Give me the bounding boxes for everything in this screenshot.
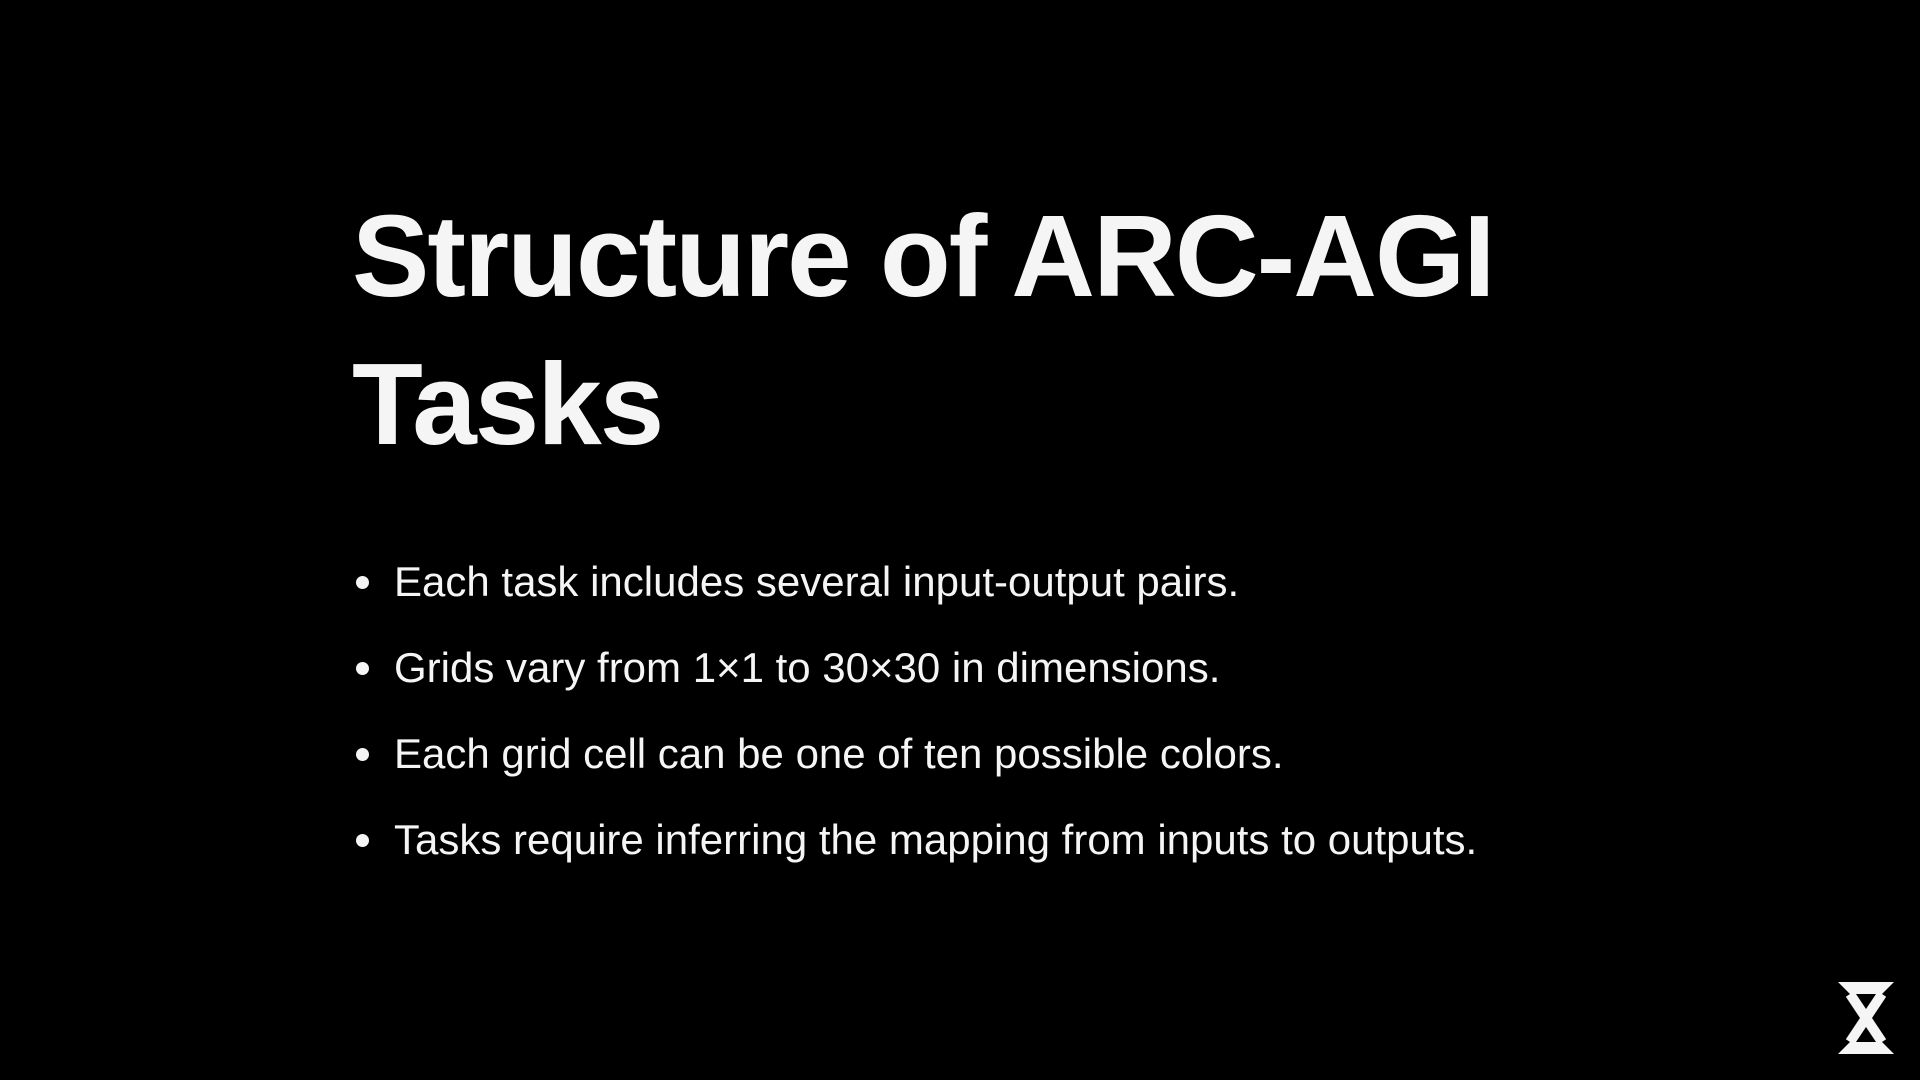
bullet-item: Grids vary from 1×1 to 30×30 in dimensio…: [352, 632, 1752, 718]
slide-title: Structure of ARC-AGI Tasks: [352, 191, 1495, 469]
bullet-dot-icon: [356, 748, 369, 761]
bullet-text: Each grid cell can be one of ten possibl…: [394, 730, 1284, 777]
bullet-text: Grids vary from 1×1 to 30×30 in dimensio…: [394, 644, 1221, 691]
slide: Structure of ARC-AGI Tasks Each task inc…: [0, 0, 1920, 1080]
bullet-text: Tasks require inferring the mapping from…: [394, 816, 1478, 863]
bullet-dot-icon: [356, 576, 369, 589]
bullet-list: Each task includes several input-output …: [352, 546, 1752, 890]
bullet-item: Each grid cell can be one of ten possibl…: [352, 718, 1752, 804]
bullet-text: Each task includes several input-output …: [394, 558, 1240, 605]
bullet-item: Tasks require inferring the mapping from…: [352, 804, 1752, 890]
bullet-dot-icon: [356, 662, 369, 675]
bullet-item: Each task includes several input-output …: [352, 546, 1752, 632]
hourglass-x-logo-icon: [1838, 982, 1894, 1054]
bullet-dot-icon: [356, 834, 369, 847]
